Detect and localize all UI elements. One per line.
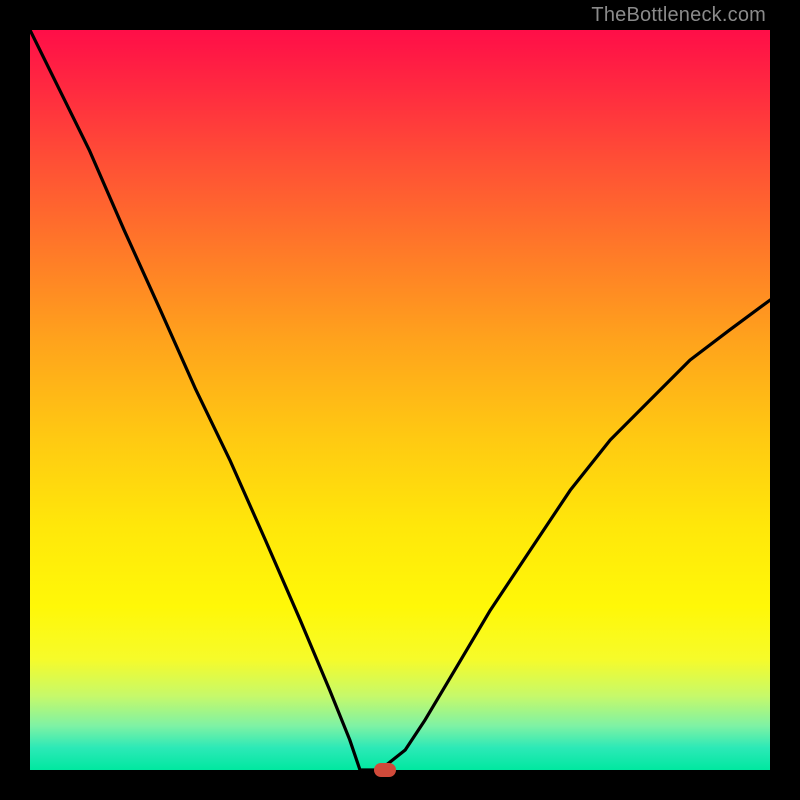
optimal-point-marker [374,763,396,777]
bottleneck-curve [30,30,770,770]
chart-stage: TheBottleneck.com [0,0,800,800]
plot-area [30,30,770,770]
curve-path [30,30,770,770]
watermark-text: TheBottleneck.com [591,4,766,27]
